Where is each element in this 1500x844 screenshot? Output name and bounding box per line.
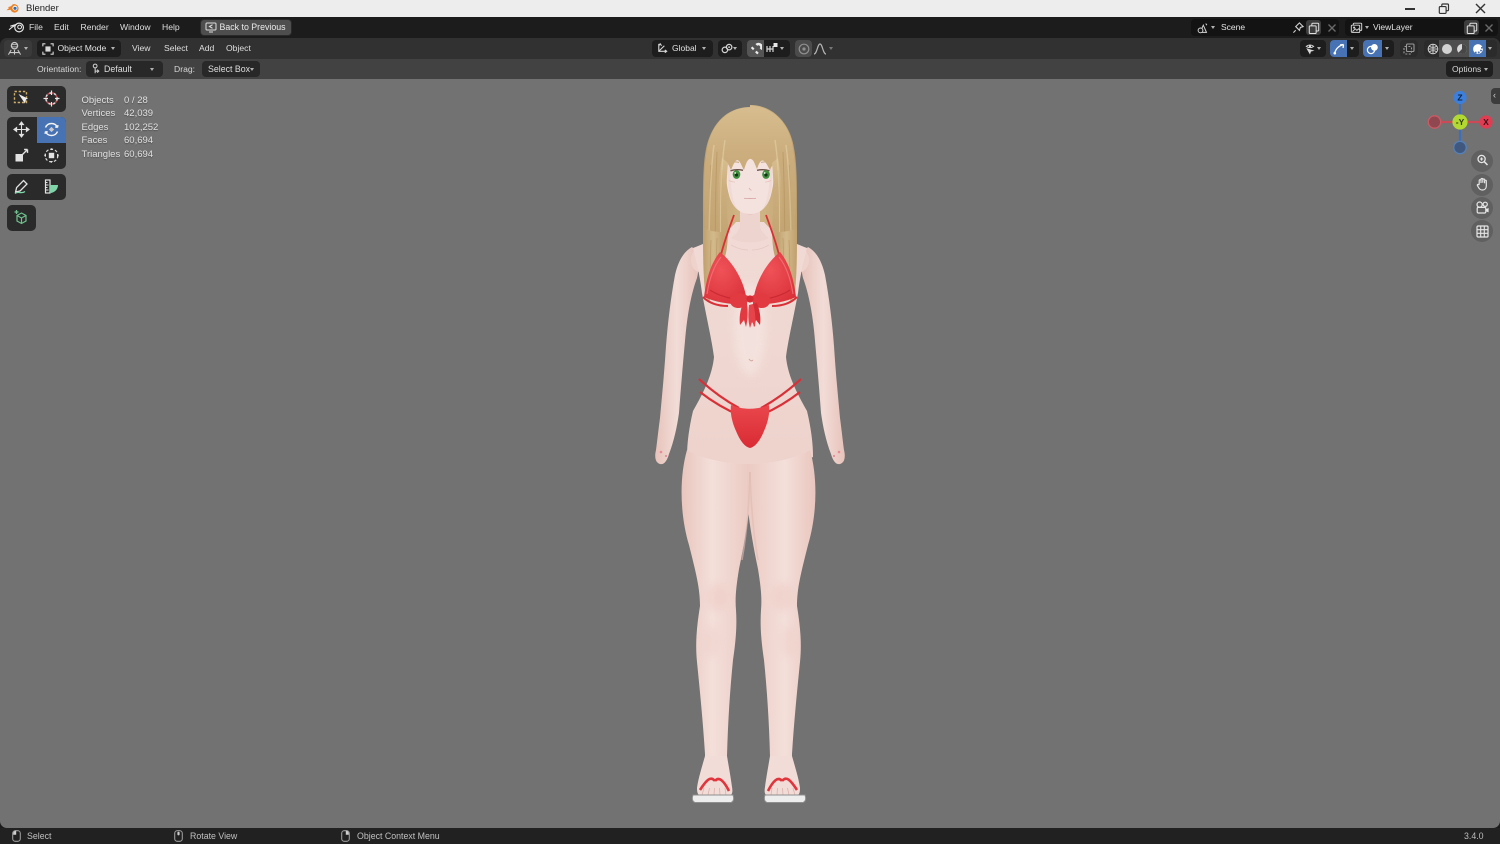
svg-text:X: X <box>1483 117 1489 127</box>
svg-text:Z: Z <box>1457 93 1462 103</box>
svg-text:-Y: -Y <box>1456 117 1465 127</box>
